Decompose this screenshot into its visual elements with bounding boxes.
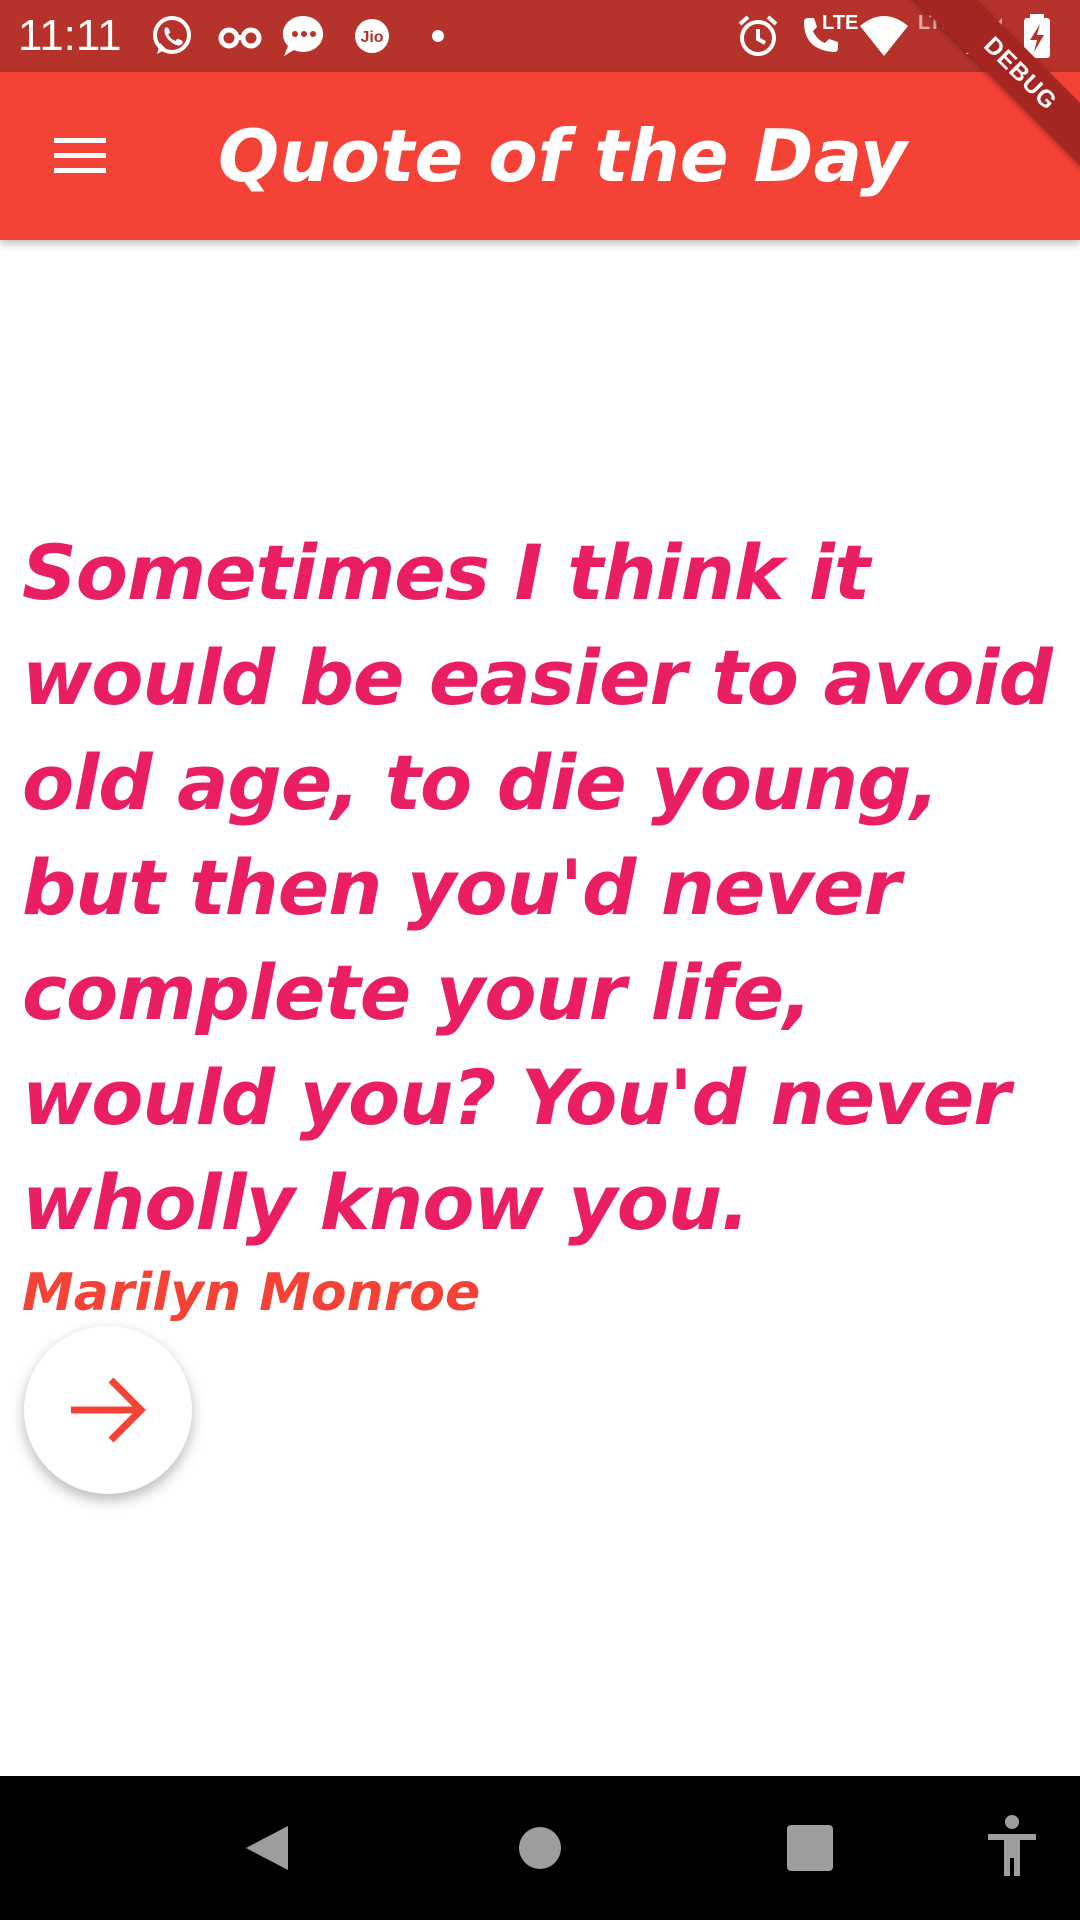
home-icon bbox=[519, 1827, 561, 1869]
quote-author: Marilyn Monroe bbox=[22, 1263, 481, 1323]
navigation-bar bbox=[0, 1776, 1080, 1920]
messages-icon bbox=[280, 12, 328, 60]
svg-text:Jio: Jio bbox=[360, 29, 383, 46]
alarm-icon bbox=[734, 12, 782, 60]
app-bar: Quote of the Day bbox=[0, 72, 1080, 240]
whatsapp-icon bbox=[148, 12, 196, 60]
incognito-icon bbox=[216, 12, 264, 60]
dot-icon bbox=[414, 12, 462, 60]
lte-label: LTE bbox=[822, 12, 859, 34]
jio-icon: Jio bbox=[348, 12, 396, 60]
menu-icon bbox=[54, 138, 106, 173]
app-title: Quote of the Day bbox=[218, 114, 907, 198]
accessibility-button[interactable] bbox=[962, 1798, 1062, 1898]
back-button[interactable] bbox=[218, 1798, 318, 1898]
home-button[interactable] bbox=[490, 1798, 590, 1898]
next-quote-button[interactable] bbox=[24, 1326, 192, 1494]
back-icon bbox=[246, 1826, 288, 1870]
status-time: 11:11 bbox=[18, 11, 122, 60]
status-bar: 11:11 Jio LTE LTE bbox=[0, 0, 1080, 72]
menu-button[interactable] bbox=[30, 106, 130, 206]
recents-icon bbox=[787, 1825, 833, 1871]
arrow-forward-icon bbox=[71, 1377, 146, 1443]
quote-text: Sometimes I think it would be easier to … bbox=[22, 528, 1053, 1247]
accessibility-icon bbox=[988, 1815, 1036, 1876]
recents-button[interactable] bbox=[760, 1798, 860, 1898]
wifi-icon bbox=[858, 12, 910, 60]
